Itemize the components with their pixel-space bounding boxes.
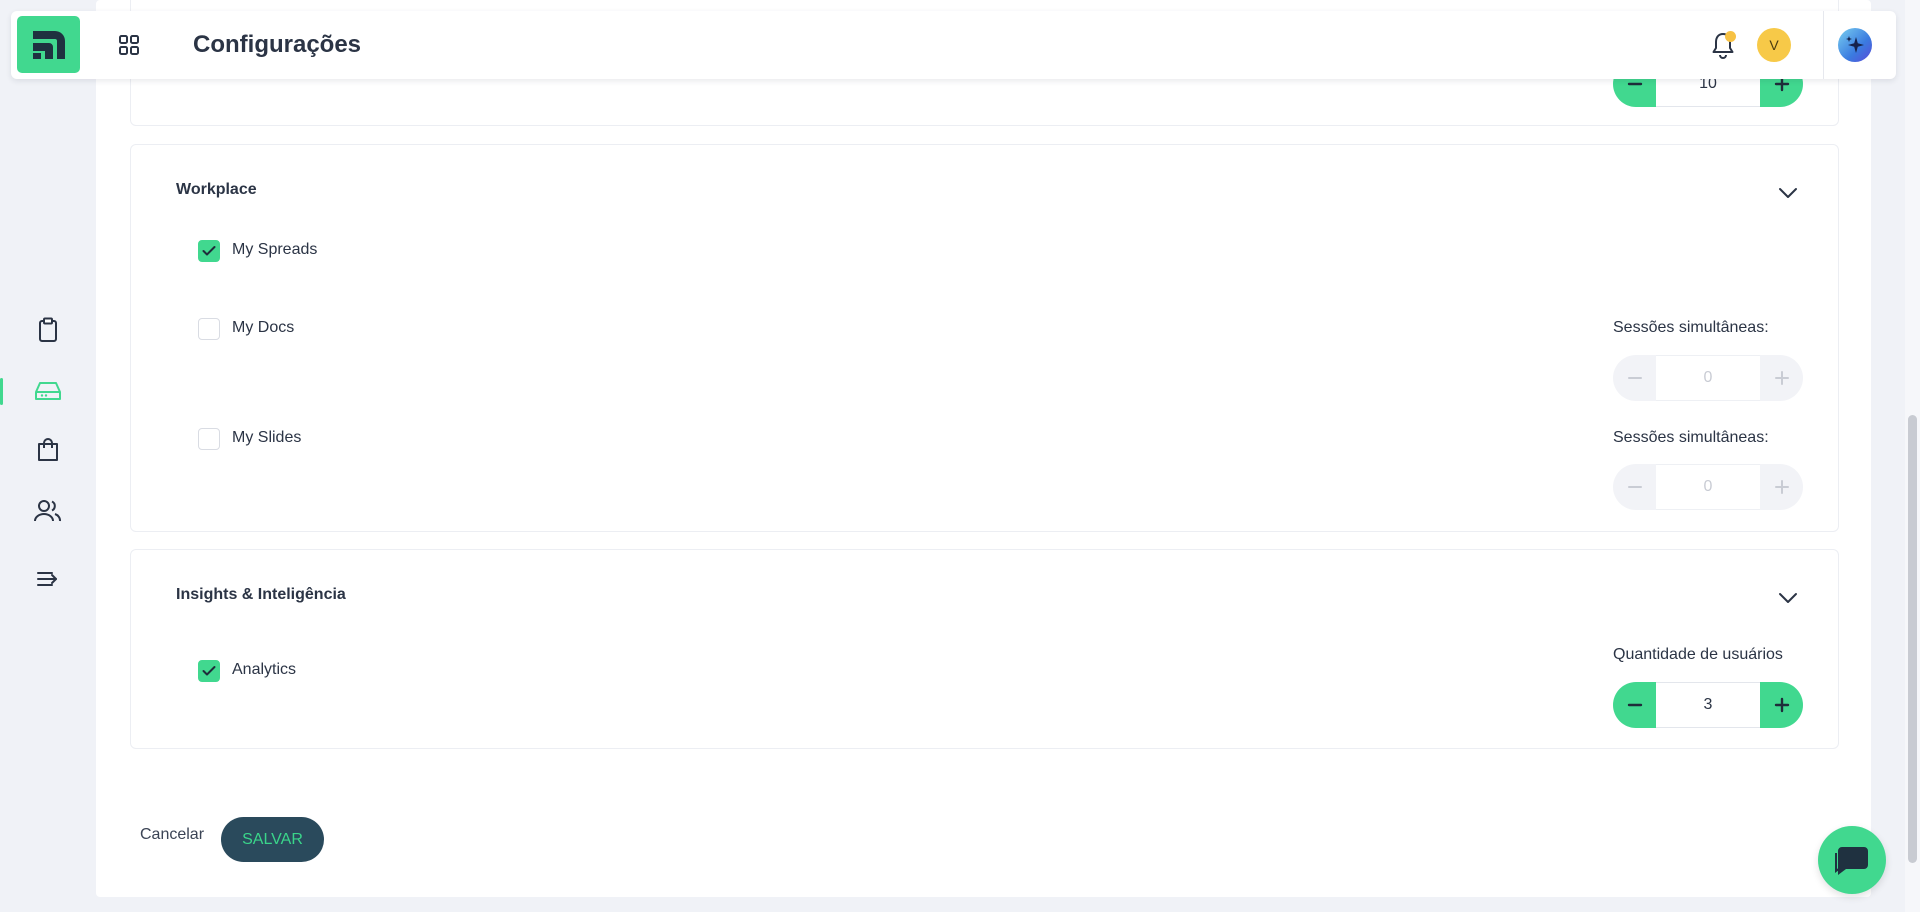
section-title: Insights & Inteligência <box>176 586 346 603</box>
my-slides-checkbox[interactable] <box>198 428 220 450</box>
slides-sessions-label: Sessões simultâneas: <box>1613 429 1769 446</box>
avatar[interactable]: V <box>1757 28 1791 62</box>
sidebar-item-shop[interactable] <box>26 430 70 470</box>
notification-dot <box>1725 31 1736 42</box>
section-title: Workplace <box>176 181 257 198</box>
minus-icon <box>1627 703 1642 707</box>
minus-icon <box>1627 377 1642 379</box>
chevron-down-icon[interactable] <box>1777 182 1799 204</box>
users-icon <box>34 500 61 522</box>
check-icon <box>202 666 216 676</box>
sessions-value[interactable]: 0 <box>1656 464 1760 510</box>
quantity-value[interactable]: 3 <box>1656 682 1760 728</box>
docs-sessions-label: Sessões simultâneas: <box>1613 319 1769 336</box>
sidebar-active-indicator <box>0 378 3 405</box>
workplace-section: Workplace My Spreads My Docs Sessões sim… <box>130 144 1839 532</box>
shopping-bag-icon <box>38 438 58 461</box>
assistant-button[interactable] <box>1838 28 1872 62</box>
notifications-button[interactable] <box>1709 30 1737 60</box>
decrement-button[interactable] <box>1613 355 1656 401</box>
users-quantity-label: Quantidade de usuários <box>1613 646 1783 663</box>
increment-button[interactable] <box>1760 464 1803 510</box>
save-button[interactable]: SALVAR <box>221 817 324 862</box>
plus-icon <box>1774 371 1789 385</box>
sidebar-collapse-button[interactable] <box>26 559 70 599</box>
drive-icon <box>35 382 61 400</box>
sessions-value[interactable]: 0 <box>1656 355 1760 401</box>
analytics-checkbox[interactable] <box>198 660 220 682</box>
collapse-icon <box>37 572 57 586</box>
sidebar-item-clipboard[interactable] <box>26 310 70 350</box>
logo-icon <box>32 30 65 59</box>
chat-button[interactable] <box>1818 826 1886 894</box>
analytics-label: Analytics <box>232 661 297 678</box>
page-title: Configurações <box>193 31 362 58</box>
grid-icon <box>119 35 139 55</box>
docs-sessions-stepper: 0 <box>1613 355 1803 401</box>
plus-icon <box>1774 480 1789 494</box>
sidebar-item-drive[interactable] <box>26 371 70 411</box>
my-docs-label: My Docs <box>232 319 295 336</box>
header-divider <box>1823 11 1824 79</box>
users-quantity-stepper: 3 <box>1613 682 1803 728</box>
my-docs-checkbox[interactable] <box>198 318 220 340</box>
clipboard-icon <box>39 317 57 342</box>
chat-icon <box>1835 847 1868 875</box>
plus-icon <box>1774 697 1789 713</box>
check-icon <box>202 246 216 256</box>
apps-grid-button[interactable] <box>116 32 142 58</box>
top-bar: Configurações V <box>11 11 1896 79</box>
scrollbar-thumb[interactable] <box>1908 415 1917 863</box>
increment-button[interactable] <box>1760 355 1803 401</box>
my-slides-label: My Slides <box>232 429 302 446</box>
decrement-button[interactable] <box>1613 464 1656 510</box>
sidebar-item-users[interactable] <box>26 491 70 531</box>
insights-section: Insights & Inteligência Analytics Quanti… <box>130 549 1839 749</box>
brand-logo[interactable] <box>17 16 80 73</box>
sparkles-icon <box>1846 36 1864 53</box>
chevron-down-icon[interactable] <box>1777 587 1799 609</box>
decrement-button[interactable] <box>1613 682 1656 728</box>
slides-sessions-stepper: 0 <box>1613 464 1803 510</box>
increment-button[interactable] <box>1760 682 1803 728</box>
my-spreads-label: My Spreads <box>232 241 318 258</box>
minus-icon <box>1627 486 1642 488</box>
cancel-button[interactable]: Cancelar <box>140 826 204 844</box>
my-spreads-checkbox[interactable] <box>198 240 220 262</box>
